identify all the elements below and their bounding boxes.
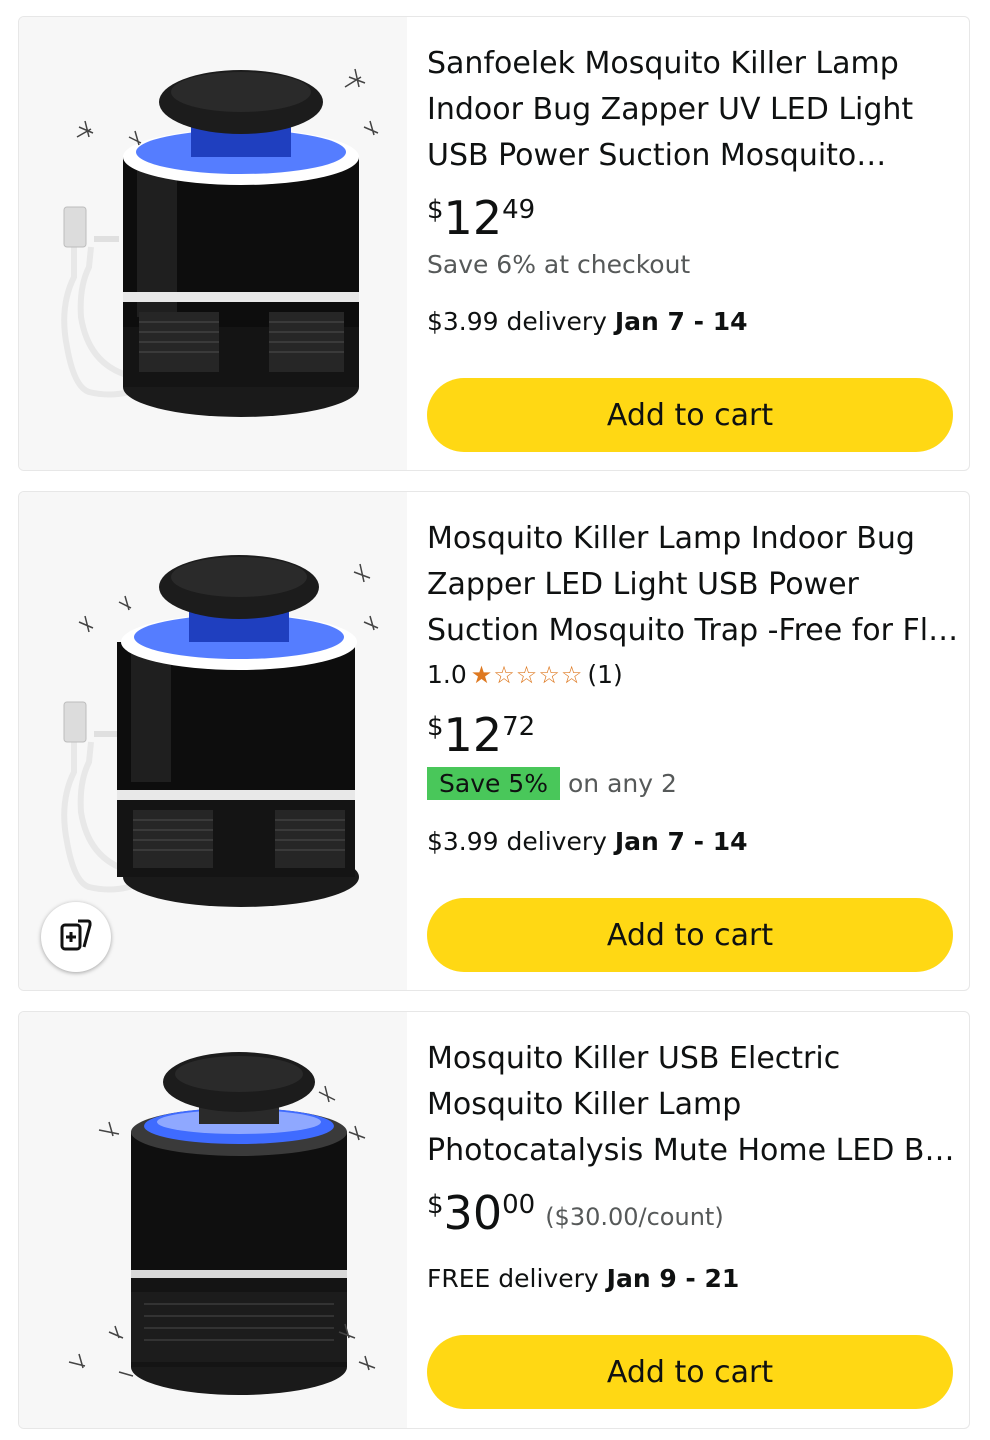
delivery-info: $3.99 delivery Jan 7 - 14 [427, 307, 748, 336]
delivery-info: $3.99 delivery Jan 7 - 14 [427, 827, 748, 856]
product-info: Mosquito Killer USB Electric Mosquito Ki… [427, 1012, 955, 1428]
price-fraction: 72 [502, 712, 536, 742]
rating-count: (1) [587, 660, 623, 689]
product-price: $3000 ($30.00/count) [427, 1190, 724, 1236]
price-symbol: $ [427, 195, 444, 225]
product-price: $1249 [427, 195, 535, 241]
delivery-prefix: FREE delivery [427, 1264, 599, 1293]
delivery-prefix: $3.99 delivery [427, 827, 607, 856]
price-whole: 12 [443, 708, 503, 762]
price-symbol: $ [427, 1190, 444, 1220]
product-info: Mosquito Killer Lamp Indoor Bug Zapper L… [427, 492, 958, 990]
add-to-cart-button[interactable]: Add to cart [427, 1335, 953, 1409]
checkout-promo: Save 6% at checkout [427, 250, 691, 279]
product-title[interactable]: Sanfoelek Mosquito Killer Lamp Indoor Bu… [427, 41, 961, 179]
add-to-compare-icon [56, 915, 96, 959]
product-card[interactable]: Mosquito Killer USB Electric Mosquito Ki… [18, 1011, 970, 1429]
product-price: $1272 [427, 712, 535, 758]
add-to-cart-button[interactable]: Add to cart [427, 898, 953, 972]
price-fraction: 00 [502, 1190, 536, 1220]
price-symbol: $ [427, 712, 444, 742]
product-image[interactable] [19, 492, 407, 990]
price-fraction: 49 [502, 195, 536, 225]
product-info: Sanfoelek Mosquito Killer Lamp Indoor Bu… [427, 17, 953, 470]
price-whole: 12 [443, 191, 503, 245]
save-badge: Save 5% [427, 767, 560, 800]
product-image[interactable] [19, 1012, 407, 1428]
delivery-prefix: $3.99 delivery [427, 307, 607, 336]
delivery-date: Jan 7 - 14 [614, 307, 748, 336]
star-rating-icon: ★☆☆☆☆ [470, 661, 584, 689]
product-title[interactable]: Mosquito Killer USB Electric Mosquito Ki… [427, 1036, 961, 1174]
product-card[interactable]: Sanfoelek Mosquito Killer Lamp Indoor Bu… [18, 16, 970, 471]
delivery-date: Jan 7 - 14 [614, 827, 748, 856]
mosquito-lamp-image [68, 1052, 376, 1395]
delivery-info: FREE delivery Jan 9 - 21 [427, 1264, 739, 1293]
multi-buy-promo: Save 5% on any 2 [427, 767, 677, 800]
compare-button[interactable] [41, 902, 111, 972]
unit-price: ($30.00/count) [545, 1203, 724, 1231]
price-whole: 30 [443, 1186, 503, 1240]
product-image[interactable] [19, 17, 407, 470]
product-title[interactable]: Mosquito Killer Lamp Indoor Bug Zapper L… [427, 516, 961, 654]
rating-value: 1.0 [427, 660, 467, 689]
save-condition: on any 2 [567, 769, 677, 798]
add-to-cart-button[interactable]: Add to cart [427, 378, 953, 452]
mosquito-lamp-image [61, 68, 379, 417]
product-card[interactable]: Mosquito Killer Lamp Indoor Bug Zapper L… [18, 491, 970, 991]
product-rating[interactable]: 1.0 ★☆☆☆☆ (1) [427, 660, 623, 689]
delivery-date: Jan 9 - 21 [606, 1264, 740, 1293]
